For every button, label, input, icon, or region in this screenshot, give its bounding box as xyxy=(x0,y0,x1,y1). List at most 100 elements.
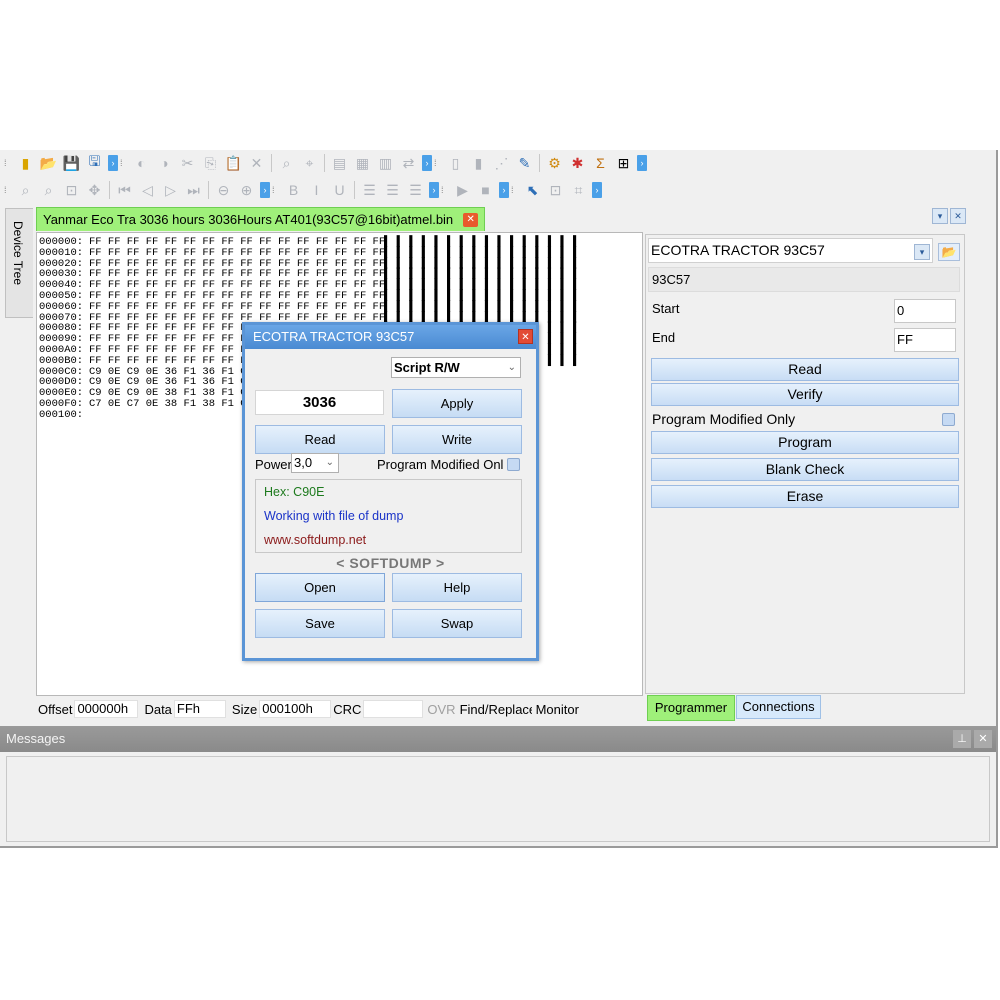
find-replace-status[interactable]: Find/Replace xyxy=(460,702,532,717)
first-page-icon[interactable]: ⏮ xyxy=(114,180,135,201)
close-document-icon[interactable]: ✕ xyxy=(950,208,966,224)
fill-ff-icon[interactable]: ▦ xyxy=(352,153,373,174)
cut-icon[interactable]: ✂ xyxy=(177,153,198,174)
tab-programmer[interactable]: Programmer xyxy=(647,695,735,721)
tab-list-chevron-down-icon[interactable]: ▾ xyxy=(932,208,948,224)
chip-select-chevron-down-icon[interactable]: ▾ xyxy=(914,244,930,260)
save-button[interactable]: Save xyxy=(255,609,385,638)
undo-icon[interactable]: ◐ xyxy=(131,153,152,174)
messages-log[interactable] xyxy=(6,756,990,842)
dialog-title-bar[interactable]: ECOTRA TRACTOR 93C57 ✕ xyxy=(245,325,536,349)
hex-row-bytes[interactable]: FF FF FF FF FF FF FF FF FF FF FF FF FF F… xyxy=(89,247,385,259)
monitor-status[interactable]: Monitor xyxy=(536,702,592,717)
toolbar-grip[interactable]: ⁞ xyxy=(441,182,447,198)
align-center-icon[interactable]: ☰ xyxy=(382,180,403,201)
start-input[interactable]: 0 xyxy=(894,299,956,323)
align-left-icon[interactable]: ☰ xyxy=(359,180,380,201)
back-icon[interactable]: ⊖ xyxy=(213,180,234,201)
toolbar-grip[interactable]: ⁞ xyxy=(4,182,10,198)
edit-icon[interactable]: ✎ xyxy=(514,153,535,174)
zoom-out-icon[interactable]: ⌕ xyxy=(38,180,59,201)
hex-row[interactable]: 000010: FF FF FF FF FF FF FF FF FF FF FF … xyxy=(39,247,640,259)
zoom-in-icon[interactable]: ⌕ xyxy=(15,180,36,201)
swap-button[interactable]: Swap xyxy=(392,609,522,638)
erase-button[interactable]: Erase xyxy=(651,485,959,508)
toolbar-grip[interactable]: ⁞ xyxy=(434,155,440,171)
apply-button[interactable]: Apply xyxy=(392,389,522,418)
pin-icon[interactable]: ⊥ xyxy=(953,730,971,748)
toolbar-grip[interactable]: ⁞ xyxy=(4,155,10,171)
replace-icon[interactable]: ⌖ xyxy=(299,153,320,174)
read-button[interactable]: Read xyxy=(651,358,959,381)
hex-row-bytes[interactable]: FF FF FF FF FF FF FF FF FF FF FF FF FF F… xyxy=(89,301,385,313)
program-button[interactable]: Program xyxy=(651,431,959,454)
tab-connections[interactable]: Connections xyxy=(736,695,821,719)
pointer-select-icon[interactable]: ⬉ xyxy=(522,180,543,201)
network-icon[interactable]: ⊞ xyxy=(613,153,634,174)
swap-bytes-icon[interactable]: ⇄ xyxy=(398,153,419,174)
dialog-read-button[interactable]: Read xyxy=(255,425,385,454)
power-select[interactable]: 3,0 ⌄ xyxy=(291,453,339,473)
align-right-icon[interactable]: ☰ xyxy=(405,180,426,201)
toolbar-overflow-chevron-icon[interactable]: › xyxy=(108,155,118,171)
hex-row-ascii[interactable]: ▌ ▌ ▌ ▌ ▌ ▌ ▌ ▌ ▌ ▌ ▌ ▌ ▌ ▌ ▌ ▌ xyxy=(384,247,579,259)
toolbar-grip[interactable]: ⁞ xyxy=(120,155,126,171)
toolbar-overflow-chevron-icon[interactable]: › xyxy=(260,182,270,198)
new-chip-icon[interactable]: ▮ xyxy=(15,153,36,174)
open-folder-icon[interactable]: 📂 xyxy=(38,153,59,174)
copy-icon[interactable]: ⎘ xyxy=(200,153,221,174)
play-icon[interactable]: ▶ xyxy=(452,180,473,201)
zoom-area-icon[interactable]: ⊡ xyxy=(545,180,566,201)
script-select[interactable]: Script R/W ⌄ xyxy=(391,357,521,378)
blank-check-button[interactable]: Blank Check xyxy=(651,458,959,481)
next-page-icon[interactable]: ▷ xyxy=(160,180,181,201)
hex-row[interactable]: 000060: FF FF FF FF FF FF FF FF FF FF FF … xyxy=(39,301,640,313)
dialog-program-modified-only-checkbox[interactable] xyxy=(507,458,520,471)
toolbar-overflow-chevron-icon[interactable]: › xyxy=(429,182,439,198)
hex-row-ascii[interactable]: ▌ ▌ ▌ ▌ ▌ ▌ ▌ ▌ ▌ ▌ ▌ ▌ ▌ ▌ ▌ ▌ xyxy=(384,301,579,313)
programmer-settings-icon[interactable]: ⚙ xyxy=(544,153,565,174)
bold-icon[interactable]: B xyxy=(283,180,304,201)
device-tree-tab[interactable]: Device Tree xyxy=(5,208,33,318)
toolbar-overflow-chevron-icon[interactable]: › xyxy=(637,155,647,171)
italic-icon[interactable]: I xyxy=(306,180,327,201)
forward-icon[interactable]: ⊕ xyxy=(236,180,257,201)
find-icon[interactable]: ⌕ xyxy=(276,153,297,174)
fill-00-icon[interactable]: ▥ xyxy=(375,153,396,174)
paste-icon[interactable]: 📋 xyxy=(223,153,244,174)
stop-icon[interactable]: ■ xyxy=(475,180,496,201)
grid-icon[interactable]: ⋰ xyxy=(491,153,512,174)
hours-field[interactable]: 3036 xyxy=(255,390,384,415)
open-button[interactable]: Open xyxy=(255,573,385,602)
underline-icon[interactable]: U xyxy=(329,180,350,201)
close-tab-icon[interactable]: ✕ xyxy=(463,212,479,227)
dialog-close-icon[interactable]: ✕ xyxy=(518,329,533,344)
page-icon[interactable]: ▯ xyxy=(445,153,466,174)
program-modified-only-checkbox[interactable] xyxy=(942,413,955,426)
save-icon[interactable]: 💾 xyxy=(61,153,82,174)
close-messages-icon[interactable]: ✕ xyxy=(974,730,992,748)
redo-icon[interactable]: ◑ xyxy=(154,153,175,174)
zoom-fit-icon[interactable]: ⊡ xyxy=(61,180,82,201)
crop-icon[interactable]: ⌗ xyxy=(568,180,589,201)
chip-select[interactable]: ECOTRA TRACTOR 93C57 xyxy=(648,238,933,263)
end-input[interactable]: FF xyxy=(894,328,956,352)
bug-icon[interactable]: ✱ xyxy=(567,153,588,174)
toolbar-overflow-chevron-icon[interactable]: › xyxy=(499,182,509,198)
previous-page-icon[interactable]: ◁ xyxy=(137,180,158,201)
toolbar-grip[interactable]: ⁞ xyxy=(272,182,278,198)
delete-icon[interactable]: ✕ xyxy=(246,153,267,174)
toolbar-grip[interactable]: ⁞ xyxy=(511,182,517,198)
document-icon[interactable]: ▤ xyxy=(329,153,350,174)
pan-icon[interactable]: ✥ xyxy=(84,180,105,201)
help-button[interactable]: Help xyxy=(392,573,522,602)
verify-button[interactable]: Verify xyxy=(651,383,959,406)
last-page-icon[interactable]: ⏭ xyxy=(183,180,204,201)
page-next-icon[interactable]: ▮ xyxy=(468,153,489,174)
checksum-sigma-icon[interactable]: Σ xyxy=(590,153,611,174)
dialog-write-button[interactable]: Write xyxy=(392,425,522,454)
document-tab[interactable]: Yanmar Eco Tra 3036 hours 3036Hours AT40… xyxy=(36,207,486,231)
toolbar-overflow-chevron-icon[interactable]: › xyxy=(422,155,432,171)
toolbar-overflow-chevron-icon[interactable]: › xyxy=(592,182,602,198)
open-script-folder-icon[interactable]: 📂 xyxy=(938,243,960,261)
